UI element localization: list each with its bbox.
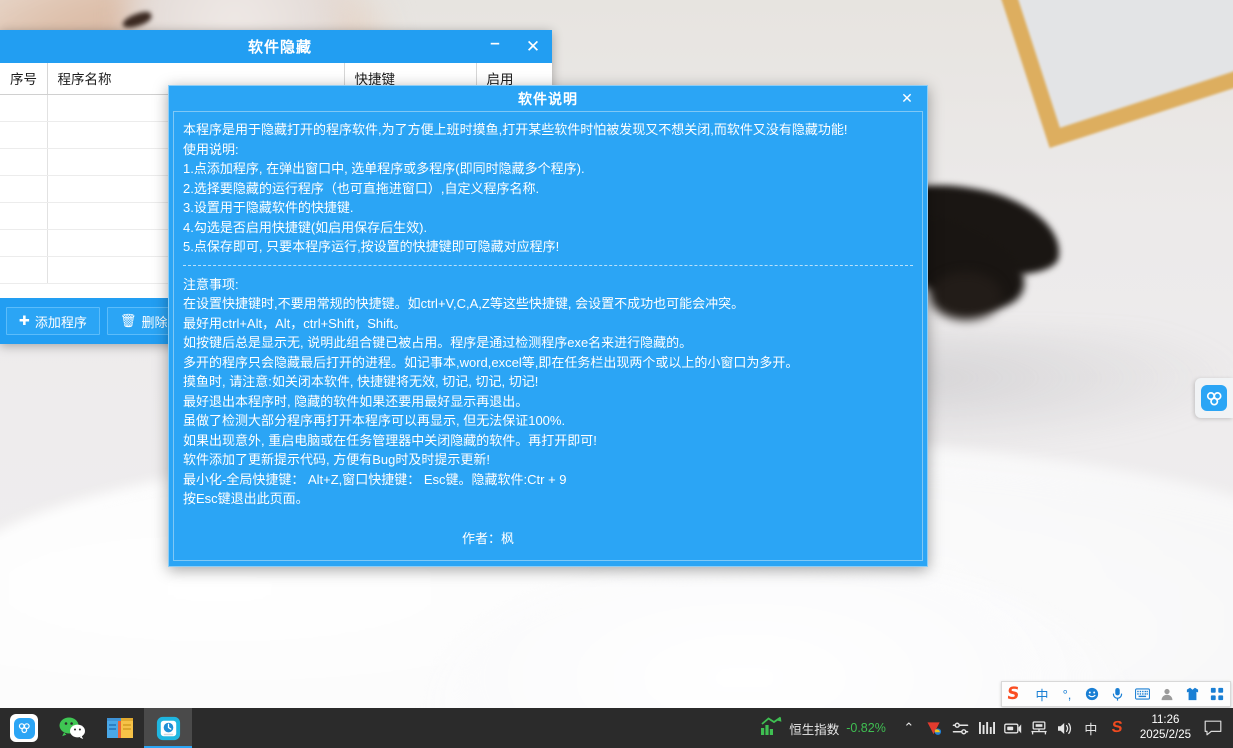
voice-input-icon[interactable]	[1109, 685, 1125, 703]
taskbar-item-file-explorer[interactable]	[96, 708, 144, 748]
about-note-8: 如果出现意外, 重启电脑或在任务管理器中关闭隐藏的软件。再打开即可!	[183, 431, 913, 451]
taskbar-app-list	[0, 708, 192, 748]
cell-index[interactable]	[0, 176, 47, 203]
network-icon[interactable]	[1026, 708, 1052, 748]
wechat-icon	[58, 714, 86, 742]
about-notes-heading: 注意事项:	[183, 275, 913, 295]
cell-index[interactable]	[0, 122, 47, 149]
close-button[interactable]: ✕	[520, 34, 546, 60]
add-program-label: 添加程序	[35, 312, 87, 331]
about-usage-step-2: 2.选择要隐藏的运行程序（也可直拖进窗口）,自定义程序名称.	[183, 179, 913, 199]
taskbar-clock[interactable]: 11:26 2025/2/25	[1130, 713, 1199, 743]
about-usage-heading: 使用说明:	[183, 140, 913, 160]
chinese-mode-icon[interactable]: 中	[1034, 685, 1050, 703]
software-hide-icon	[154, 714, 182, 742]
stock-ticker-widget[interactable]: 恒生指数 -0.82%	[754, 708, 896, 748]
about-dialog[interactable]: 软件说明 ✕ 本程序是用于隐藏打开的程序软件,为了方便上班时摸鱼,打开某些软件时…	[168, 85, 928, 567]
minimize-button[interactable]: –	[482, 34, 508, 60]
sogou-logo-icon[interactable]: S	[1006, 684, 1026, 704]
section-divider	[183, 265, 913, 266]
about-dialog-body: 本程序是用于隐藏打开的程序软件,为了方便上班时摸鱼,打开某些软件时怕被发现又不想…	[173, 111, 923, 561]
skin-icon[interactable]	[1184, 685, 1200, 703]
plus-icon: ✚	[19, 313, 30, 329]
soft-keyboard-icon[interactable]	[1134, 685, 1150, 703]
about-note-5: 摸鱼时, 请注意:如关闭本软件, 快捷键将无效, 切记, 切记, 切记!	[183, 372, 913, 392]
add-program-button[interactable]: ✚ 添加程序	[6, 307, 100, 335]
keyboard-tool-icon[interactable]	[1000, 708, 1026, 748]
settings-sliders-icon[interactable]	[948, 708, 974, 748]
about-close-icon[interactable]: ✕	[897, 88, 917, 108]
action-center-icon[interactable]	[1199, 708, 1227, 748]
taskbar-item-baidu-netdisk[interactable]	[0, 708, 48, 748]
about-intro: 本程序是用于隐藏打开的程序软件,为了方便上班时摸鱼,打开某些软件时怕被发现又不想…	[183, 120, 913, 140]
about-usage-step-1: 1.点添加程序, 在弹出窗口中, 选单程序或多程序(即同时隐藏多个程序).	[183, 159, 913, 179]
about-note-3: 如按键后总是显示无, 说明此组合键已被占用。程序是通过检测程序exe名来进行隐藏…	[183, 333, 913, 353]
v-app-icon[interactable]	[922, 708, 948, 748]
file-explorer-icon	[106, 714, 134, 742]
clock-date: 2025/2/25	[1140, 728, 1191, 743]
cell-index[interactable]	[0, 203, 47, 230]
about-usage-step-3: 3.设置用于隐藏软件的快捷键.	[183, 198, 913, 218]
stock-chart-icon	[760, 716, 782, 741]
emoji-icon[interactable]	[1084, 685, 1100, 703]
user-account-icon[interactable]	[1159, 685, 1175, 703]
taskbar-item-wechat[interactable]	[48, 708, 96, 748]
about-note-1: 在设置快捷键时,不要用常规的快捷键。如ctrl+V,C,A,Z等这些快捷键, 会…	[183, 294, 913, 314]
clock-time: 11:26	[1140, 713, 1191, 728]
stock-name: 恒生指数	[789, 719, 839, 738]
window-title: 软件隐藏	[248, 36, 312, 57]
about-note-11: 按Esc键退出此页面。	[183, 489, 913, 509]
about-dialog-title: 软件说明	[518, 89, 578, 109]
show-hidden-icons-chevron-icon[interactable]: ⌃	[896, 708, 922, 748]
cell-index[interactable]	[0, 230, 47, 257]
about-note-4: 多开的程序只会隐藏最后打开的进程。如记事本,word,excel等,即在任务栏出…	[183, 353, 913, 373]
sogou-ime-toolbar[interactable]: S 中 °,	[1001, 681, 1231, 707]
taskbar-item-software-hide[interactable]	[144, 708, 192, 748]
cell-index[interactable]	[0, 257, 47, 284]
about-note-2: 最好用ctrl+Alt，Alt，ctrl+Shift，Shift。	[183, 314, 913, 334]
baidu-netdisk-icon	[10, 714, 38, 742]
about-note-6: 最好退出本程序时, 隐藏的软件如果还要用最好显示再退出。	[183, 392, 913, 412]
window-controls: – ✕	[482, 30, 546, 63]
trash-icon: 🗑	[120, 313, 137, 329]
baidu-netdisk-float-button[interactable]	[1195, 378, 1233, 418]
ime-chinese-indicator[interactable]: 中	[1078, 708, 1104, 748]
about-note-10: 最小化-全局快捷键： Alt+Z,窗口快捷键： Esc键。隐藏软件:Ctr + …	[183, 470, 913, 490]
about-usage-step-5: 5.点保存即可, 只要本程序运行,按设置的快捷键即可隐藏对应程序!	[183, 237, 913, 257]
activity-monitor-icon[interactable]	[974, 708, 1000, 748]
stock-change: -0.82%	[846, 721, 886, 735]
netdisk-icon	[1201, 385, 1227, 411]
about-usage-step-4: 4.勾选是否启用快捷键(如启用保存后生效).	[183, 218, 913, 238]
punctuation-mode-icon[interactable]: °,	[1059, 685, 1075, 703]
cell-index[interactable]	[0, 149, 47, 176]
wallpaper-dark-shape-3	[930, 272, 1002, 320]
column-header-index[interactable]: 序号	[0, 63, 47, 95]
taskbar[interactable]: 恒生指数 -0.82% ⌃	[0, 708, 1233, 748]
window-titlebar[interactable]: 软件隐藏 – ✕	[0, 30, 552, 63]
toolbox-icon[interactable]	[1209, 685, 1225, 703]
about-note-9: 软件添加了更新提示代码, 方便有Bug时及时提示更新!	[183, 450, 913, 470]
sogou-ime-tray-icon[interactable]: S	[1102, 708, 1132, 748]
system-tray: 恒生指数 -0.82% ⌃	[754, 708, 1233, 748]
volume-icon[interactable]	[1052, 708, 1078, 748]
about-dialog-titlebar[interactable]: 软件说明 ✕	[169, 86, 927, 111]
about-note-7: 虽做了检测大部分程序再打开本程序可以再显示, 但无法保证100%.	[183, 411, 913, 431]
cell-index[interactable]	[0, 95, 47, 122]
about-author: 作者：枫	[183, 529, 913, 549]
